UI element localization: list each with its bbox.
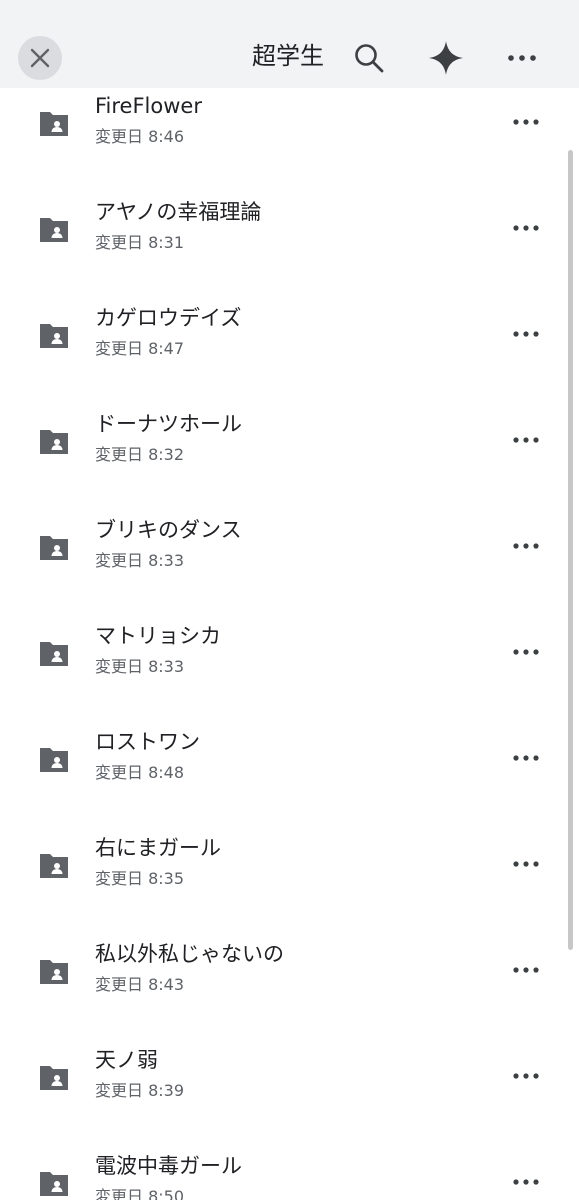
shared-folder-icon (40, 854, 68, 878)
file-name: カゲロウデイズ (95, 306, 242, 330)
more-options-button[interactable] (506, 314, 546, 354)
more-horizontal-icon (513, 437, 539, 443)
file-name: ブリキのダンス (95, 518, 242, 542)
more-options-button[interactable] (506, 632, 546, 672)
more-options-button[interactable] (506, 420, 546, 460)
file-name: FireFlower (95, 94, 202, 118)
file-modified: 変更日 8:43 (95, 975, 185, 994)
more-horizontal-icon (513, 119, 539, 125)
file-name: 天ノ弱 (95, 1048, 158, 1072)
search-button[interactable] (349, 38, 389, 78)
list-item[interactable]: マトリョシカ 変更日 8:33 (0, 622, 566, 728)
file-modified: 変更日 8:48 (95, 763, 185, 782)
shared-folder-icon (40, 642, 68, 666)
more-options-button[interactable] (506, 950, 546, 990)
shared-folder-icon (40, 112, 68, 136)
search-icon (355, 44, 384, 73)
more-horizontal-icon (513, 649, 539, 655)
more-horizontal-icon (508, 55, 536, 61)
file-modified: 変更日 8:32 (95, 445, 185, 464)
top-app-bar: 超学生 (0, 0, 579, 88)
more-horizontal-icon (513, 1073, 539, 1079)
list-item[interactable]: ドーナツホール 変更日 8:32 (0, 410, 566, 516)
sparkle-icon (429, 41, 463, 75)
more-horizontal-icon (513, 543, 539, 549)
more-options-button[interactable] (506, 1162, 546, 1200)
scrollbar[interactable] (568, 150, 573, 950)
file-name: 右にまガール (95, 836, 221, 860)
shared-folder-icon (40, 324, 68, 348)
file-list: FireFlower 変更日 8:46 アヤノの幸福理論 変更日 8:31 カゲ… (0, 0, 579, 1200)
more-options-button[interactable] (506, 526, 546, 566)
list-item[interactable]: 私以外私じゃないの 変更日 8:43 (0, 940, 566, 1046)
file-name: ドーナツホール (95, 412, 242, 436)
list-item[interactable]: FireFlower 変更日 8:46 (0, 92, 566, 198)
list-item[interactable]: 天ノ弱 変更日 8:39 (0, 1046, 566, 1152)
file-modified: 変更日 8:31 (95, 233, 185, 252)
close-icon (30, 48, 50, 68)
list-item[interactable]: ロストワン 変更日 8:48 (0, 728, 566, 834)
more-options-button[interactable] (502, 38, 542, 78)
shared-folder-icon (40, 536, 68, 560)
list-item[interactable]: カゲロウデイズ 変更日 8:47 (0, 304, 566, 410)
more-options-button[interactable] (506, 102, 546, 142)
file-modified: 変更日 8:46 (95, 127, 185, 146)
list-item[interactable]: 右にまガール 変更日 8:35 (0, 834, 566, 940)
file-modified: 変更日 8:50 (95, 1187, 185, 1200)
file-modified: 変更日 8:35 (95, 869, 185, 888)
gemini-button[interactable] (426, 38, 466, 78)
more-horizontal-icon (513, 967, 539, 973)
file-name: 電波中毒ガール (95, 1154, 242, 1178)
shared-folder-icon (40, 1172, 68, 1196)
file-modified: 変更日 8:33 (95, 657, 185, 676)
more-options-button[interactable] (506, 738, 546, 778)
list-item[interactable]: アヤノの幸福理論 変更日 8:31 (0, 198, 566, 304)
more-horizontal-icon (513, 1179, 539, 1185)
list-item[interactable]: 電波中毒ガール 変更日 8:50 (0, 1152, 566, 1200)
shared-folder-icon (40, 1066, 68, 1090)
shared-folder-icon (40, 218, 68, 242)
more-horizontal-icon (513, 225, 539, 231)
list-item[interactable]: ブリキのダンス 変更日 8:33 (0, 516, 566, 622)
shared-folder-icon (40, 960, 68, 984)
file-name: アヤノの幸福理論 (95, 200, 262, 224)
more-options-button[interactable] (506, 1056, 546, 1096)
more-horizontal-icon (513, 861, 539, 867)
file-modified: 変更日 8:39 (95, 1081, 185, 1100)
file-modified: 変更日 8:47 (95, 339, 185, 358)
file-modified: 変更日 8:33 (95, 551, 185, 570)
more-horizontal-icon (513, 755, 539, 761)
file-name: ロストワン (95, 730, 200, 754)
close-button[interactable] (18, 36, 62, 80)
shared-folder-icon (40, 748, 68, 772)
shared-folder-icon (40, 430, 68, 454)
folder-title: 超学生 (252, 42, 324, 70)
file-name: 私以外私じゃないの (95, 942, 284, 966)
more-options-button[interactable] (506, 208, 546, 248)
more-options-button[interactable] (506, 844, 546, 884)
drive-folder-view: FireFlower 変更日 8:46 アヤノの幸福理論 変更日 8:31 カゲ… (0, 0, 579, 1200)
file-name: マトリョシカ (95, 624, 221, 648)
more-horizontal-icon (513, 331, 539, 337)
